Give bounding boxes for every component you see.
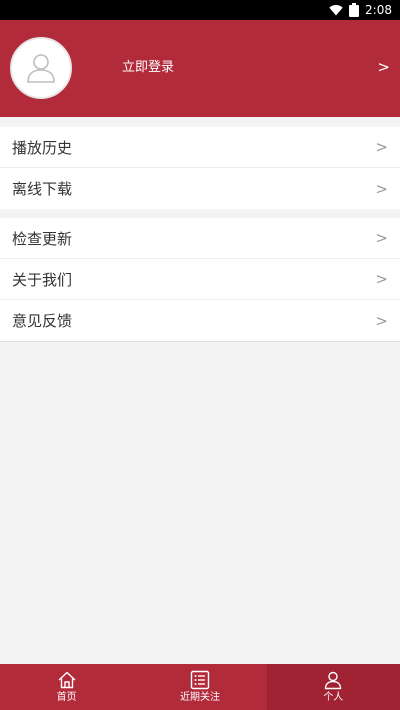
tab-label: 近期关注 bbox=[179, 692, 220, 703]
list-icon bbox=[190, 670, 210, 690]
profile-header[interactable]: 立即登录 > bbox=[0, 20, 400, 117]
tab-personal[interactable]: 个人 bbox=[266, 664, 400, 710]
menu-item-label: 播放历史 bbox=[12, 138, 73, 157]
tab-label: 个人 bbox=[323, 692, 344, 703]
menu-item-label: 离线下载 bbox=[12, 180, 73, 198]
chevron-right-icon: > bbox=[377, 58, 390, 76]
status-bar: 2:08 bbox=[0, 0, 400, 20]
tab-recent-follow[interactable]: 近期关注 bbox=[133, 664, 266, 710]
tab-home[interactable]: 首页 bbox=[0, 664, 133, 710]
avatar[interactable] bbox=[10, 37, 72, 99]
menu-group-history: 播放历史 > 离线下载 > bbox=[0, 127, 400, 209]
chevron-right-icon: > bbox=[375, 179, 388, 198]
chevron-right-icon: > bbox=[375, 138, 388, 156]
status-time: 2:08 bbox=[365, 3, 392, 17]
chevron-right-icon: > bbox=[375, 270, 388, 288]
menu-item-offline-download[interactable]: 离线下载 > bbox=[0, 168, 400, 209]
chevron-right-icon: > bbox=[375, 311, 388, 330]
menu-item-label: 意见反馈 bbox=[12, 312, 73, 330]
status-right: 2:08 bbox=[329, 0, 392, 20]
home-icon bbox=[58, 671, 76, 689]
menu-item-check-update[interactable]: 检查更新 > bbox=[0, 218, 400, 259]
menu-item-about-us[interactable]: 关于我们 > bbox=[0, 259, 400, 300]
user-avatar-icon bbox=[27, 54, 55, 83]
chevron-right-icon: > bbox=[375, 229, 388, 247]
menu-item-play-history[interactable]: 播放历史 > bbox=[0, 127, 400, 168]
tab-label: 首页 bbox=[56, 692, 77, 703]
person-icon bbox=[325, 671, 342, 690]
wifi-icon bbox=[329, 5, 343, 16]
menu-item-label: 检查更新 bbox=[12, 229, 73, 248]
battery-icon bbox=[349, 3, 360, 17]
bottom-tab-bar: 首页 近期关注 个人 bbox=[0, 664, 400, 710]
menu-group-settings: 检查更新 > 关于我们 > 意见反馈 > bbox=[0, 218, 400, 342]
menu-item-feedback[interactable]: 意见反馈 > bbox=[0, 300, 400, 341]
menu-item-label: 关于我们 bbox=[12, 270, 73, 289]
login-link[interactable]: 立即登录 bbox=[122, 59, 174, 77]
